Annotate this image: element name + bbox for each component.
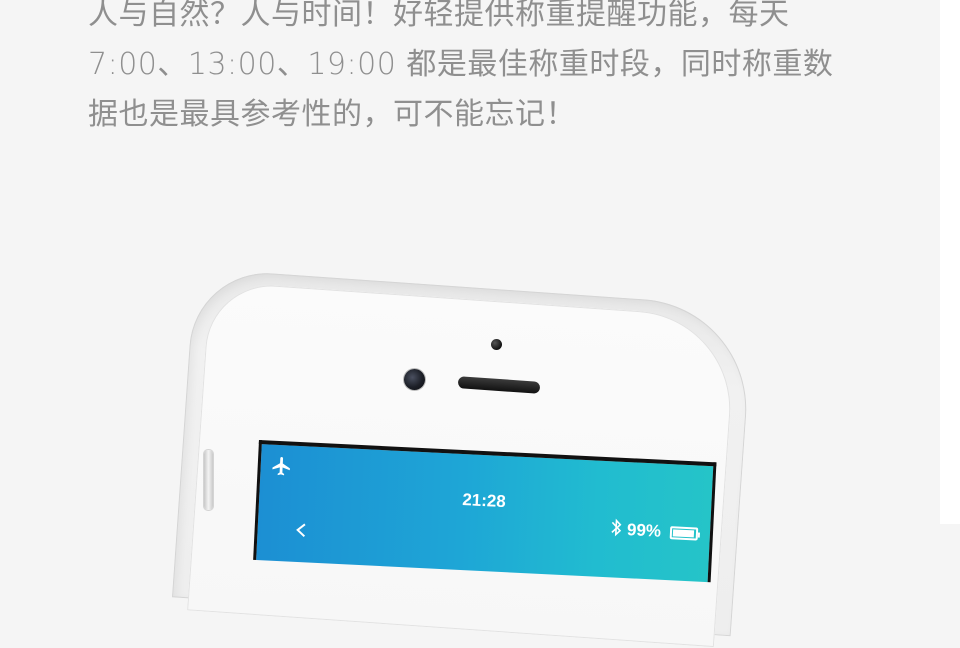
back-chevron-icon[interactable] — [293, 522, 310, 539]
bluetooth-icon — [611, 518, 622, 537]
front-camera — [404, 369, 425, 390]
status-bar-time: 21:28 — [461, 490, 507, 512]
battery-icon — [669, 526, 699, 541]
description-line-1: 人与自然？人与时间！好轻提供称重提醒功能，每天 — [88, 0, 790, 32]
description-line-2: 7:00、13:00、19:00 都是最佳称重时段，同时称重数 — [88, 47, 834, 82]
battery-percentage: 99% — [626, 520, 662, 541]
airplane-icon — [272, 456, 290, 476]
right-margin-strip — [940, 0, 960, 524]
phone-screen: 21:28 99% — [253, 440, 717, 583]
proximity-sensor — [491, 339, 502, 350]
phone-side-button — [204, 450, 213, 510]
weighing-reminder-description: 人与自然？人与时间！好轻提供称重提醒功能，每天 7:00、13:00、19:00… — [88, 0, 848, 140]
description-line-3: 据也是最具参考性的，可不能忘记！ — [88, 97, 576, 132]
